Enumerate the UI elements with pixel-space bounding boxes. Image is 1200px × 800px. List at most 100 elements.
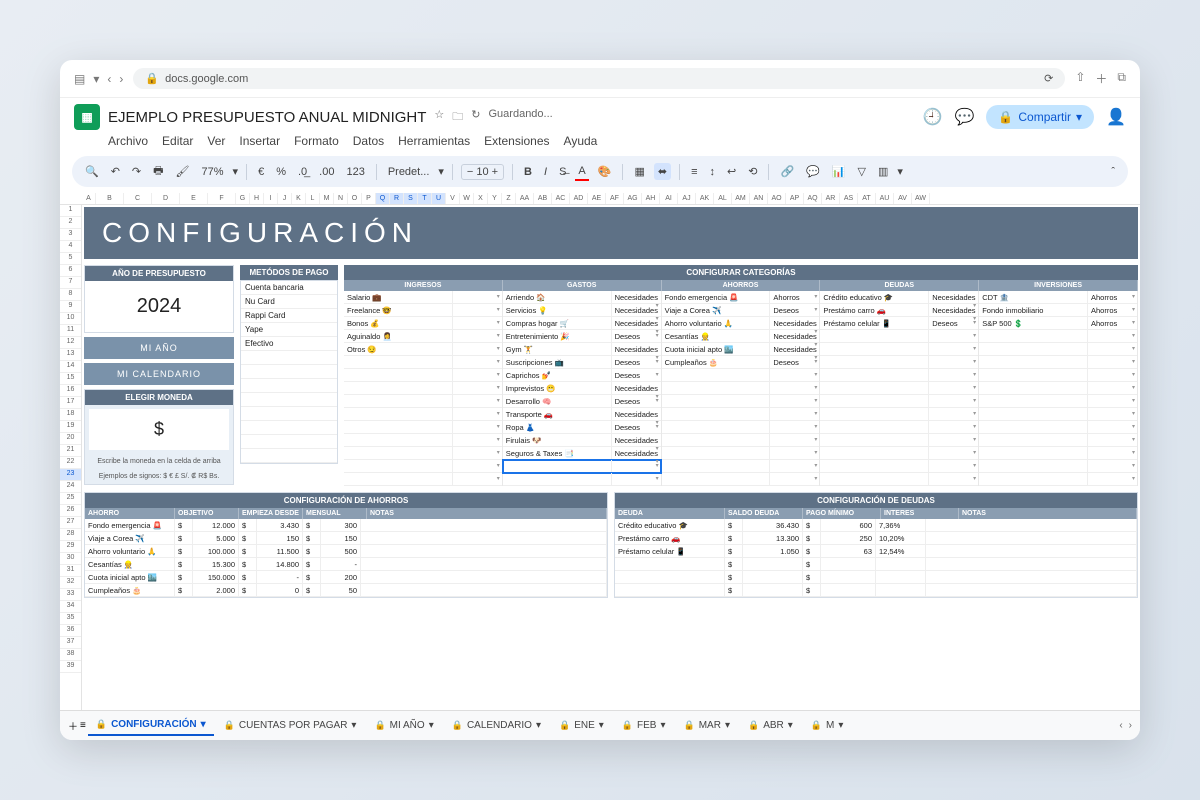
category-row[interactable]: Compras hogar 🛒Necesidades [503,317,661,330]
category-row[interactable]: S&P 500 💲Ahorros [979,317,1137,330]
sheet-tab[interactable]: 🔒MAR▾ [676,716,738,735]
category-row[interactable]: Aguinaldo 👩‍💼 [344,330,502,343]
cloud-icon[interactable]: ↻ [471,108,480,127]
history-icon[interactable]: 🕘 [923,107,943,127]
category-row[interactable]: Arriendo 🏠Necesidades [503,291,661,304]
link-icon[interactable]: 🔗 [777,163,797,180]
currency-icon[interactable]: € [255,164,267,180]
chart-icon[interactable]: 📊 [829,163,849,180]
category-row[interactable]: Transporte 🚗Necesidades [503,408,661,421]
chevron-down-icon[interactable]: ▾ [201,719,206,730]
italic-icon[interactable]: I [541,164,550,180]
category-row[interactable] [662,447,820,460]
category-row[interactable] [979,395,1137,408]
collapse-icon[interactable]: ˆ [1108,164,1118,180]
year-value[interactable]: 2024 [85,281,233,332]
menu-extensiones[interactable]: Extensiones [484,134,549,148]
dropdown-icon[interactable]: ▾ [93,72,99,86]
valign-icon[interactable]: ↕ [707,164,719,180]
debt-row[interactable]: Préstamo celular 📱$1.050$6312,54% [615,545,1137,558]
category-row[interactable] [820,330,978,343]
menu-datos[interactable]: Datos [353,134,384,148]
category-row[interactable]: Firulais 🐶Necesidades [503,434,661,447]
category-row[interactable] [820,408,978,421]
tab-nav-icon[interactable]: › [1129,720,1132,731]
category-row[interactable] [662,421,820,434]
category-row[interactable]: Freelance 🤓 [344,304,502,317]
chevron-down-icon[interactable]: ▾ [897,165,903,178]
sheet-tab[interactable]: 🔒FEB▾ [614,716,674,735]
category-row[interactable] [662,434,820,447]
zoom-select[interactable]: 77% [199,164,227,180]
sheets-logo-icon[interactable]: ▦ [74,104,100,130]
share-icon[interactable]: ⇧ [1075,70,1085,87]
sheet-tab[interactable]: 🔒CALENDARIO▾ [444,716,549,735]
menu-archivo[interactable]: Archivo [108,134,148,148]
category-row[interactable]: Gym 🏋️Necesidades [503,343,661,356]
category-row[interactable]: Préstamo celular 📱Deseos [820,317,978,330]
savings-row[interactable]: Ahorro voluntario 🙏$100.000$11.500$500 [85,545,607,558]
category-row[interactable]: Cuota inicial apto 🏙️Necesidades [662,343,820,356]
menu-ver[interactable]: Ver [207,134,225,148]
font-size[interactable]: − 10 + [461,164,504,180]
category-row[interactable] [820,421,978,434]
format-123-icon[interactable]: 123 [343,164,367,180]
savings-row[interactable]: Fondo emergencia 🚨$12.000$3.430$300 [85,519,607,532]
column-headers[interactable]: ABCDEFGHIJKLMNOPQRSTUVWXYZAAABACADAEAFAG… [60,193,1140,205]
forward-icon[interactable]: › [119,72,123,86]
all-sheets-icon[interactable]: ≡ [80,720,86,731]
move-icon[interactable]: 🗀 [452,108,463,127]
currency-value[interactable]: $ [89,409,229,450]
menu-editar[interactable]: Editar [162,134,193,148]
payment-item[interactable]: Nu Card [241,295,337,309]
category-row[interactable] [344,473,502,486]
bold-icon[interactable]: B [521,164,535,180]
undo-icon[interactable]: ↶ [108,163,123,180]
category-row[interactable] [979,343,1137,356]
chevron-down-icon[interactable]: ▾ [660,720,665,731]
wrap-icon[interactable]: ↩ [724,163,739,180]
category-row[interactable]: Bonos 💰 [344,317,502,330]
debt-row[interactable]: Prestámo carro 🚗$13.300$25010,20% [615,532,1137,545]
category-row[interactable] [820,447,978,460]
category-row[interactable] [344,408,502,421]
payment-item[interactable]: Cuenta bancaria [241,281,337,295]
search-icon[interactable]: 🔍 [82,163,102,180]
chevron-down-icon[interactable]: ▾ [233,165,239,178]
category-row[interactable]: Viaje a Corea ✈️Deseos [662,304,820,317]
percent-icon[interactable]: % [273,164,289,180]
category-row[interactable] [820,395,978,408]
category-grid[interactable]: Salario 💼Freelance 🤓Bonos 💰Aguinaldo 👩‍💼… [344,291,1138,486]
sheet-tab[interactable]: 🔒MI AÑO▾ [366,716,441,735]
category-row[interactable]: Prestámo carro 🚗Necesidades [820,304,978,317]
category-row[interactable] [344,395,502,408]
redo-icon[interactable]: ↷ [129,163,144,180]
category-row[interactable] [979,434,1137,447]
savings-row[interactable]: Cesantías 👷$15.300$14.800$- [85,558,607,571]
category-row[interactable] [820,382,978,395]
category-row[interactable] [662,408,820,421]
category-row[interactable] [820,460,978,473]
merge-icon[interactable]: ⬌ [654,163,671,180]
dec-increase-icon[interactable]: .00 [316,164,337,180]
savings-row[interactable]: Cuota inicial apto 🏙️$150.000$-$200 [85,571,607,584]
menu-herramientas[interactable]: Herramientas [398,134,470,148]
comment-add-icon[interactable]: 💬 [803,163,823,180]
category-row[interactable] [820,473,978,486]
chevron-down-icon[interactable]: ▾ [438,165,444,178]
category-row[interactable]: Ropa 👗Deseos [503,421,661,434]
menu-formato[interactable]: Formato [294,134,339,148]
sheet-tab[interactable]: 🔒CONFIGURACIÓN▾ [88,715,214,736]
refresh-icon[interactable]: ⟳ [1044,72,1053,85]
plus-icon[interactable]: + [492,166,498,178]
category-row[interactable]: Otros 😏 [344,343,502,356]
star-icon[interactable]: ☆ [434,108,444,127]
font-select[interactable]: Predet... [385,164,433,180]
category-row[interactable] [344,434,502,447]
category-row[interactable] [979,473,1137,486]
category-row[interactable]: Crédito educativo 🎓Necesidades [820,291,978,304]
category-row[interactable] [979,369,1137,382]
chevron-down-icon[interactable]: ▾ [536,720,541,731]
category-row[interactable] [820,369,978,382]
category-row[interactable]: Salario 💼 [344,291,502,304]
